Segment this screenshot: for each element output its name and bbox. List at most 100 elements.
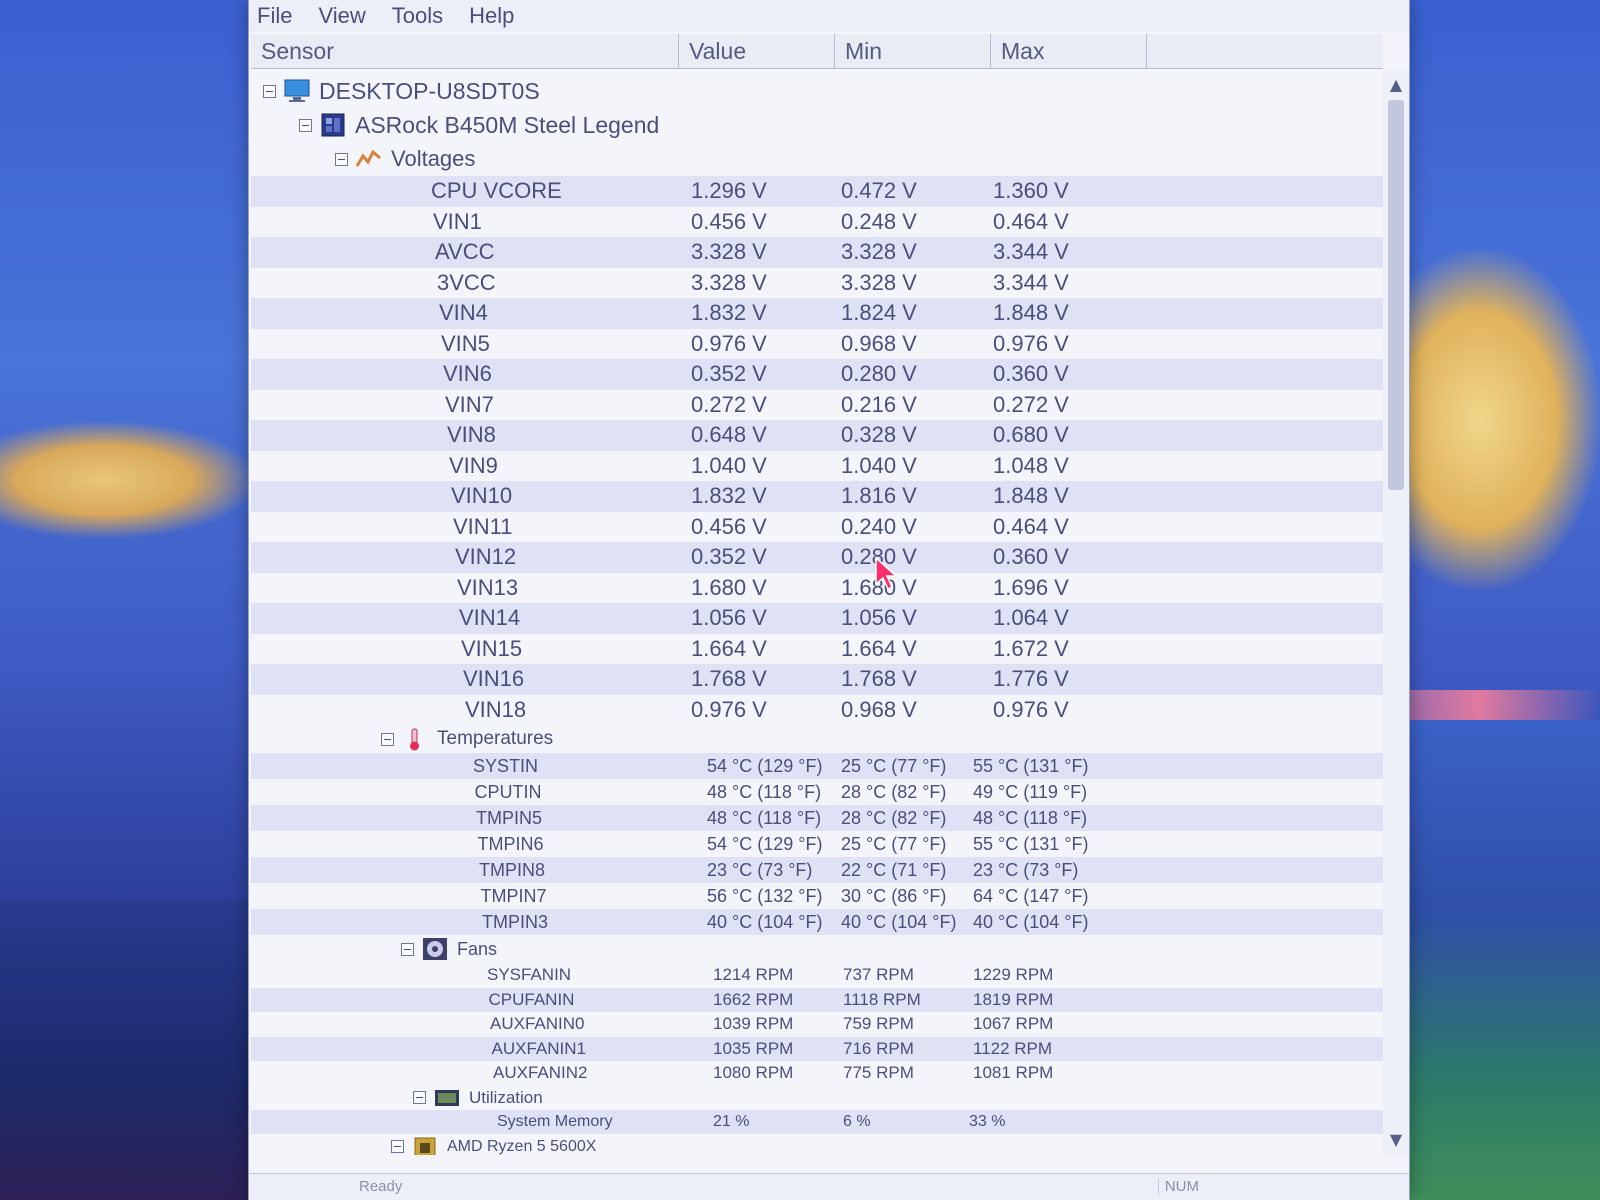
menu-view[interactable]: View <box>318 3 365 29</box>
sensor-row[interactable]: VIN8 0.648 V 0.328 V 0.680 V <box>251 420 1383 451</box>
scroll-down-icon[interactable]: ▼ <box>1383 1129 1409 1151</box>
sensor-row[interactable]: AVCC 3.328 V 3.328 V 3.344 V <box>251 237 1383 268</box>
tree-utilization-expander[interactable] <box>413 1091 426 1104</box>
sensor-min: 0.248 V <box>841 208 917 234</box>
sensor-value: 0.352 V <box>691 544 767 569</box>
sensor-min: 1118 RPM <box>843 989 921 1009</box>
sensor-row[interactable]: CPUTIN 48 °C (118 °F) 28 °C (82 °F) 49 °C (… <box>251 779 1383 805</box>
sensor-row[interactable]: VIN11 0.456 V 0.240 V 0.464 V <box>251 512 1383 543</box>
sensor-row[interactable]: SYSFANIN 1214 RPM 737 RPM 1229 RPM <box>251 963 1383 988</box>
tree-voltages-label: Voltages <box>391 146 476 171</box>
sensor-name: TMPIN6 <box>477 834 544 854</box>
sensor-row[interactable]: 3VCC 3.328 V 3.328 V 3.344 V <box>251 268 1383 299</box>
sensor-row[interactable]: VIN9 1.040 V 1.040 V 1.048 V <box>251 451 1383 482</box>
sensor-min: 716 RPM <box>843 1038 914 1058</box>
sensor-value: 23 °C (73 °F) <box>707 860 813 880</box>
sensor-row[interactable]: TMPIN8 23 °C (73 °F) 22 °C (71 °F) 23 °C (7… <box>251 857 1383 883</box>
menu-file[interactable]: File <box>257 3 292 29</box>
sensor-row[interactable]: TMPIN5 48 °C (118 °F) 28 °C (82 °F) 48 °C (… <box>251 805 1383 831</box>
sensor-name: TMPIN8 <box>479 860 546 880</box>
sensor-max: 1819 RPM <box>973 989 1054 1009</box>
sensor-max: 23 °C (73 °F) <box>973 860 1079 880</box>
sensor-row[interactable]: VIN1 0.456 V 0.248 V 0.464 V <box>251 207 1383 238</box>
sensor-min: 30 °C (86 °F) <box>841 886 947 906</box>
sensor-row[interactable]: VIN6 0.352 V 0.280 V 0.360 V <box>251 359 1383 390</box>
sensor-max: 0.464 V <box>993 208 1069 234</box>
tree-cpu[interactable]: AMD Ryzen 5 5600X <box>251 1134 1383 1155</box>
column-sensor[interactable]: Sensor <box>251 34 679 68</box>
column-max[interactable]: Max <box>991 34 1147 68</box>
sensor-row[interactable]: AUXFANIN1 1035 RPM 716 RPM 1122 RPM <box>251 1036 1383 1061</box>
sensor-max: 1122 RPM <box>973 1038 1053 1058</box>
sensor-row[interactable]: System Memory 21 % 6 % 33 % <box>251 1109 1383 1134</box>
sensor-min: 775 RPM <box>843 1063 914 1082</box>
menu-help[interactable]: Help <box>469 3 514 29</box>
tree-board-label: ASRock B450M Steel Legend <box>355 112 660 138</box>
tree-computer[interactable]: DESKTOP-U8SDT0S <box>251 74 1383 108</box>
sensor-tree[interactable]: DESKTOP-U8SDT0S ASRock B450M Steel Legend… <box>251 70 1383 1155</box>
tree-fans[interactable]: Fans <box>251 935 1383 963</box>
sensor-row[interactable]: VIN13 1.680 V 1.680 V 1.696 V <box>251 573 1383 604</box>
tree-temperatures-expander[interactable] <box>381 732 394 746</box>
sensor-max: 1.064 V <box>993 605 1069 630</box>
sensor-max: 1.848 V <box>993 300 1069 325</box>
sensor-min: 28 °C (82 °F) <box>841 808 947 828</box>
sensor-min: 1.816 V <box>841 483 917 508</box>
sensor-value: 54 °C (129 °F) <box>707 834 823 854</box>
sensor-row[interactable]: CPU VCORE 1.296 V 0.472 V 1.360 V <box>251 176 1383 207</box>
tree-fans-expander[interactable] <box>401 942 414 956</box>
sensor-name: VIN1 <box>433 208 482 234</box>
sensor-min: 0.472 V <box>841 178 917 203</box>
sensor-row[interactable]: TMPIN3 40 °C (104 °F) 40 °C (104 °F) 40 °C … <box>251 909 1383 935</box>
tree-voltages[interactable]: Voltages <box>251 142 1383 176</box>
tree-board[interactable]: ASRock B450M Steel Legend <box>251 108 1383 142</box>
sensor-min: 0.968 V <box>841 330 917 356</box>
sensor-row[interactable]: VIN12 0.352 V 0.280 V 0.360 V <box>251 542 1383 573</box>
sensor-row[interactable]: AUXFANIN0 1039 RPM 759 RPM 1067 RPM <box>251 1012 1383 1037</box>
column-min[interactable]: Min <box>835 34 991 68</box>
scroll-up-icon[interactable]: ▲ <box>1383 74 1409 96</box>
tree-temperatures[interactable]: Temperatures <box>251 725 1383 753</box>
sensor-name: CPU VCORE <box>431 178 562 203</box>
sensor-row[interactable]: SYSTIN 54 °C (129 °F) 25 °C (77 °F) 55 °C (… <box>251 753 1383 779</box>
sensor-name: VIN4 <box>439 300 488 325</box>
menu-tools[interactable]: Tools <box>392 3 443 29</box>
sensor-min: 25 °C (77 °F) <box>841 834 947 854</box>
sensor-min: 3.328 V <box>841 269 917 295</box>
sensor-row[interactable]: TMPIN6 54 °C (129 °F) 25 °C (77 °F) 55 °C (… <box>251 831 1383 857</box>
tree-utilization[interactable]: Utilization <box>251 1086 1383 1110</box>
tree-voltages-expander[interactable] <box>335 152 348 166</box>
sensor-max: 0.976 V <box>993 696 1069 722</box>
sensor-row[interactable]: VIN5 0.976 V 0.968 V 0.976 V <box>251 329 1383 360</box>
sensor-name: System Memory <box>497 1112 613 1130</box>
sensor-row[interactable]: VIN18 0.976 V 0.968 V 0.976 V <box>251 695 1383 726</box>
tree-board-expander[interactable] <box>299 118 312 132</box>
sensor-row[interactable]: VIN10 1.832 V 1.816 V 1.848 V <box>251 481 1383 512</box>
sensor-row[interactable]: VIN16 1.768 V 1.768 V 1.776 V <box>251 664 1383 695</box>
sensor-min: 737 RPM <box>843 965 914 984</box>
sensor-row[interactable]: AUXFANIN2 1080 RPM 775 RPM 1081 RPM <box>251 1061 1383 1086</box>
column-value[interactable]: Value <box>679 34 835 68</box>
sensor-row[interactable]: TMPIN7 56 °C (132 °F) 30 °C (86 °F) 64 °C (… <box>251 883 1383 909</box>
sensor-row[interactable]: CPUFANIN 1662 RPM 1118 RPM 1819 RPM <box>251 987 1383 1012</box>
vertical-scrollbar[interactable]: ▲ ▼ <box>1383 70 1409 1155</box>
sensor-name: VIN10 <box>451 483 513 508</box>
sensor-value: 0.352 V <box>691 361 767 386</box>
sensor-row[interactable]: VIN4 1.832 V 1.824 V 1.848 V <box>251 298 1383 329</box>
status-text: Ready <box>359 1178 403 1195</box>
sensor-row[interactable]: VIN15 1.664 V 1.664 V 1.672 V <box>251 634 1383 665</box>
tree-computer-label: DESKTOP-U8SDT0S <box>319 78 540 104</box>
scroll-thumb[interactable] <box>1388 100 1404 490</box>
tree-cpu-expander[interactable] <box>391 1140 404 1153</box>
sensor-max: 0.272 V <box>993 391 1069 417</box>
sensor-name: SYSTIN <box>473 756 539 776</box>
sensor-value: 1.832 V <box>691 300 767 325</box>
sensor-max: 3.344 V <box>993 239 1069 264</box>
sensor-min: 1.824 V <box>841 300 917 325</box>
sensor-row[interactable]: VIN7 0.272 V 0.216 V 0.272 V <box>251 390 1383 421</box>
sensor-row[interactable]: VIN14 1.056 V 1.056 V 1.064 V <box>251 603 1383 634</box>
tree-computer-expander[interactable] <box>263 84 276 98</box>
sensor-value: 1039 RPM <box>713 1014 794 1033</box>
sensor-max: 0.360 V <box>993 361 1069 386</box>
sensor-max: 3.344 V <box>993 269 1069 295</box>
